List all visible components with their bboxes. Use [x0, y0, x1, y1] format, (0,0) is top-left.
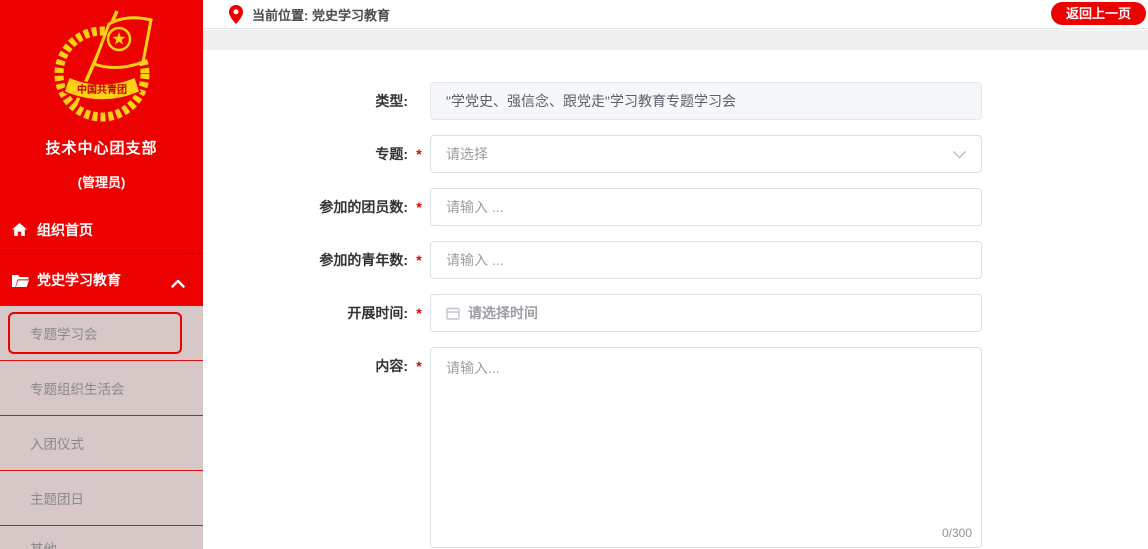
submenu-item-topic-org-life-meeting[interactable]: 专题组织生活会	[0, 361, 203, 416]
form-row-topic: 专题:* 请选择	[203, 135, 1148, 173]
submenu-item-label: 专题学习会	[30, 323, 98, 343]
submenu-item-joining-ceremony[interactable]: 入团仪式	[0, 416, 203, 471]
sidebar: 中国共青团 技术中心团支部 (管理员) 组织首页 党史学习教育	[0, 0, 203, 549]
org-logo: 中国共青团	[0, 0, 203, 129]
submenu-item-label: 其他	[30, 538, 57, 549]
type-readonly-field: "学党史、强信念、跟党走"学习教育专题学习会	[430, 82, 982, 120]
topic-study-session-form: 类型: "学党史、强信念、跟党走"学习教育专题学习会 专题:* 请选择	[203, 50, 1148, 549]
time-placeholder: 请选择时间	[468, 303, 538, 323]
folder-open-icon	[12, 273, 29, 288]
sidebar-item-label: 党史学习教育	[37, 270, 121, 290]
content-textarea[interactable]	[430, 347, 982, 548]
chevron-up-icon[interactable]	[171, 275, 185, 291]
time-label: 开展时间:*	[203, 294, 430, 332]
submenu-item-other[interactable]: 其他	[0, 526, 203, 549]
topic-select[interactable]: 请选择	[430, 135, 982, 173]
sidebar-item-label: 组织首页	[37, 220, 93, 240]
form-row-youth: 参加的青年数:*	[203, 241, 1148, 279]
submenu-item-label: 专题组织生活会	[30, 378, 125, 398]
emblem-banner-text: 中国共青团	[77, 83, 127, 96]
form-row-content: 内容:* 0/300	[203, 347, 1148, 548]
org-role: (管理员)	[0, 172, 203, 191]
calendar-icon	[446, 307, 460, 320]
youth-league-emblem-icon: 中国共青团	[43, 6, 161, 124]
type-label: 类型:	[203, 82, 430, 120]
content-label: 内容:*	[203, 347, 430, 548]
content-header-band	[203, 30, 1148, 50]
required-marker: *	[408, 188, 430, 226]
youth-label: 参加的青年数:*	[203, 241, 430, 279]
required-marker: *	[408, 135, 430, 173]
form-row-type: 类型: "学党史、强信念、跟党走"学习教育专题学习会	[203, 82, 1148, 120]
form-row-time: 开展时间:* 请选择时间	[203, 294, 1148, 332]
required-marker: *	[408, 241, 430, 279]
back-button[interactable]: 返回上一页	[1051, 2, 1146, 25]
required-marker: *	[408, 294, 430, 332]
time-date-picker[interactable]: 请选择时间	[430, 294, 982, 332]
sidebar-item-party-history-education[interactable]: 党史学习教育	[0, 254, 203, 306]
sidebar-item-org-home[interactable]: 组织首页	[0, 206, 203, 253]
location-pin-icon	[229, 5, 243, 24]
org-name: 技术中心团支部	[0, 137, 203, 158]
active-item-highlight: 专题学习会	[8, 312, 182, 354]
submenu-item-label: 主题团日	[30, 488, 84, 508]
members-label: 参加的团员数:*	[203, 188, 430, 226]
submenu-item-theme-league-day[interactable]: 主题团日	[0, 471, 203, 526]
topbar: 当前位置: 党史学习教育 返回上一页	[203, 0, 1148, 29]
chevron-down-icon	[953, 146, 966, 162]
form-row-members: 参加的团员数:*	[203, 188, 1148, 226]
sidebar-menu: 组织首页 党史学习教育 专题学习会 专题组织生活会	[0, 206, 203, 549]
topic-select-placeholder: 请选择	[446, 144, 488, 164]
breadcrumb: 当前位置: 党史学习教育	[252, 5, 390, 24]
required-marker: *	[408, 347, 430, 548]
home-icon	[12, 222, 29, 237]
page: 中国共青团 技术中心团支部 (管理员) 组织首页 党史学习教育	[0, 0, 1148, 549]
submenu-item-label: 入团仪式	[30, 433, 84, 453]
youth-count-input[interactable]	[430, 241, 982, 279]
party-history-submenu: 专题学习会 专题组织生活会 入团仪式 主题团日 其他	[0, 306, 203, 549]
members-count-input[interactable]	[430, 188, 982, 226]
topic-label: 专题:*	[203, 135, 430, 173]
submenu-item-topic-study-session[interactable]: 专题学习会	[0, 306, 203, 361]
